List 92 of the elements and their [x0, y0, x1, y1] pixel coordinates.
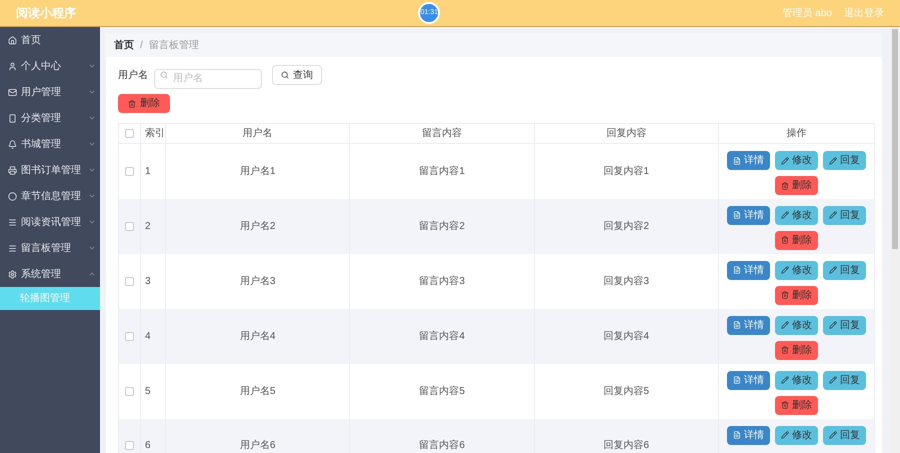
pencil-icon: [781, 266, 789, 274]
pencil-icon: [829, 156, 837, 164]
sidebar-item[interactable]: 阅读资讯管理: [0, 209, 100, 235]
phone-icon: [8, 114, 17, 122]
pencil-icon: [781, 376, 789, 384]
pencil-icon: [829, 431, 837, 439]
search-icon: [281, 71, 289, 79]
printer-icon: [8, 166, 17, 174]
sidebar-item[interactable]: 用户管理: [0, 79, 100, 105]
document-icon: [733, 266, 741, 274]
sidebar-item[interactable]: 章节信息管理: [0, 183, 100, 209]
sidebar-item[interactable]: 系统管理: [0, 261, 100, 287]
detail-button[interactable]: 详情: [727, 426, 770, 444]
detail-button[interactable]: 详情: [727, 370, 770, 390]
document-icon: [733, 156, 741, 164]
sidebar-item[interactable]: 首页: [0, 27, 100, 53]
gear-icon: [8, 270, 17, 278]
sidebar-item[interactable]: 个人中心: [0, 53, 100, 79]
row-checkbox[interactable]: [125, 166, 134, 176]
search-icon: [160, 71, 168, 79]
trash-icon: [781, 401, 789, 409]
trash-icon: [128, 100, 136, 108]
row-checkbox[interactable]: [125, 276, 134, 286]
detail-button[interactable]: 详情: [727, 151, 770, 170]
pencil-icon: [781, 431, 789, 439]
user-label: 管理员 abo: [782, 6, 832, 20]
pencil-icon: [829, 266, 837, 274]
app-title: 阅读小程序: [16, 5, 76, 22]
column-header: 留言内容: [350, 124, 534, 144]
trash-icon: [781, 291, 789, 299]
detail-button[interactable]: 详情: [727, 316, 770, 334]
list-icon: [8, 218, 17, 226]
table-cell: 回复内容6: [534, 418, 718, 453]
edit-button[interactable]: 修改: [775, 370, 818, 390]
delete-button[interactable]: 删除: [775, 230, 818, 250]
edit-button[interactable]: 修改: [775, 151, 818, 170]
sidebar-item[interactable]: 留言板管理: [0, 235, 100, 261]
search-field[interactable]: 用户名: [154, 68, 262, 88]
circle-icon: [8, 192, 17, 200]
envelope-icon: [8, 88, 17, 96]
bulk-delete-button[interactable]: 删除: [118, 94, 170, 113]
pencil-icon: [781, 211, 789, 219]
pencil-icon: [829, 376, 837, 384]
delete-button[interactable]: 删除: [775, 396, 818, 414]
trash-icon: [781, 236, 789, 244]
row-checkbox[interactable]: [125, 386, 134, 396]
query-button[interactable]: 查询: [272, 65, 322, 85]
column-header: 操作: [718, 124, 874, 144]
edit-button[interactable]: 修改: [775, 316, 818, 334]
row-checkbox[interactable]: [125, 222, 134, 230]
index-cell: 6: [140, 418, 166, 453]
reply-button[interactable]: 回复: [823, 260, 866, 280]
person-icon: [8, 62, 17, 70]
edit-button[interactable]: 修改: [775, 260, 818, 280]
home-icon: [8, 36, 17, 44]
list-icon: [8, 244, 17, 252]
document-icon: [733, 376, 741, 384]
pencil-icon: [829, 211, 837, 219]
bell-icon: [8, 140, 17, 148]
pencil-icon: [781, 156, 789, 164]
pencil-icon: [829, 321, 837, 329]
delete-button[interactable]: 删除: [775, 176, 818, 195]
row-checkbox[interactable]: [125, 332, 134, 340]
column-header: 回复内容: [534, 124, 718, 144]
breadcrumb-separator: /: [140, 38, 143, 52]
reply-button[interactable]: 回复: [823, 370, 866, 390]
search-label: 用户名: [118, 68, 148, 82]
trash-icon: [781, 182, 789, 190]
edit-button[interactable]: 修改: [775, 426, 818, 444]
document-icon: [733, 431, 741, 439]
reply-button[interactable]: 回复: [823, 206, 866, 224]
detail-button[interactable]: 详情: [727, 260, 770, 280]
pencil-icon: [781, 321, 789, 329]
reply-button[interactable]: 回复: [823, 426, 866, 444]
table-cell: 用户名6: [166, 418, 350, 453]
delete-button[interactable]: 删除: [775, 340, 818, 360]
trash-icon: [781, 346, 789, 354]
row-checkbox[interactable]: [125, 441, 134, 450]
detail-button[interactable]: 详情: [727, 206, 770, 224]
edit-button[interactable]: 修改: [775, 206, 818, 224]
sidebar-item[interactable]: 书城管理: [0, 131, 100, 157]
sidebar-item[interactable]: 分类管理: [0, 105, 100, 131]
reply-button[interactable]: 回复: [823, 316, 866, 334]
column-header: 用户名: [166, 124, 350, 144]
document-icon: [733, 321, 741, 329]
reply-button[interactable]: 回复: [823, 151, 866, 170]
sidebar-item[interactable]: 图书订单管理: [0, 157, 100, 183]
checkbox[interactable]: [125, 129, 134, 138]
table-cell: 留言内容6: [350, 418, 534, 453]
breadcrumb-link[interactable]: 首页: [114, 38, 134, 52]
delete-button[interactable]: 删除: [775, 286, 818, 304]
document-icon: [733, 211, 741, 219]
